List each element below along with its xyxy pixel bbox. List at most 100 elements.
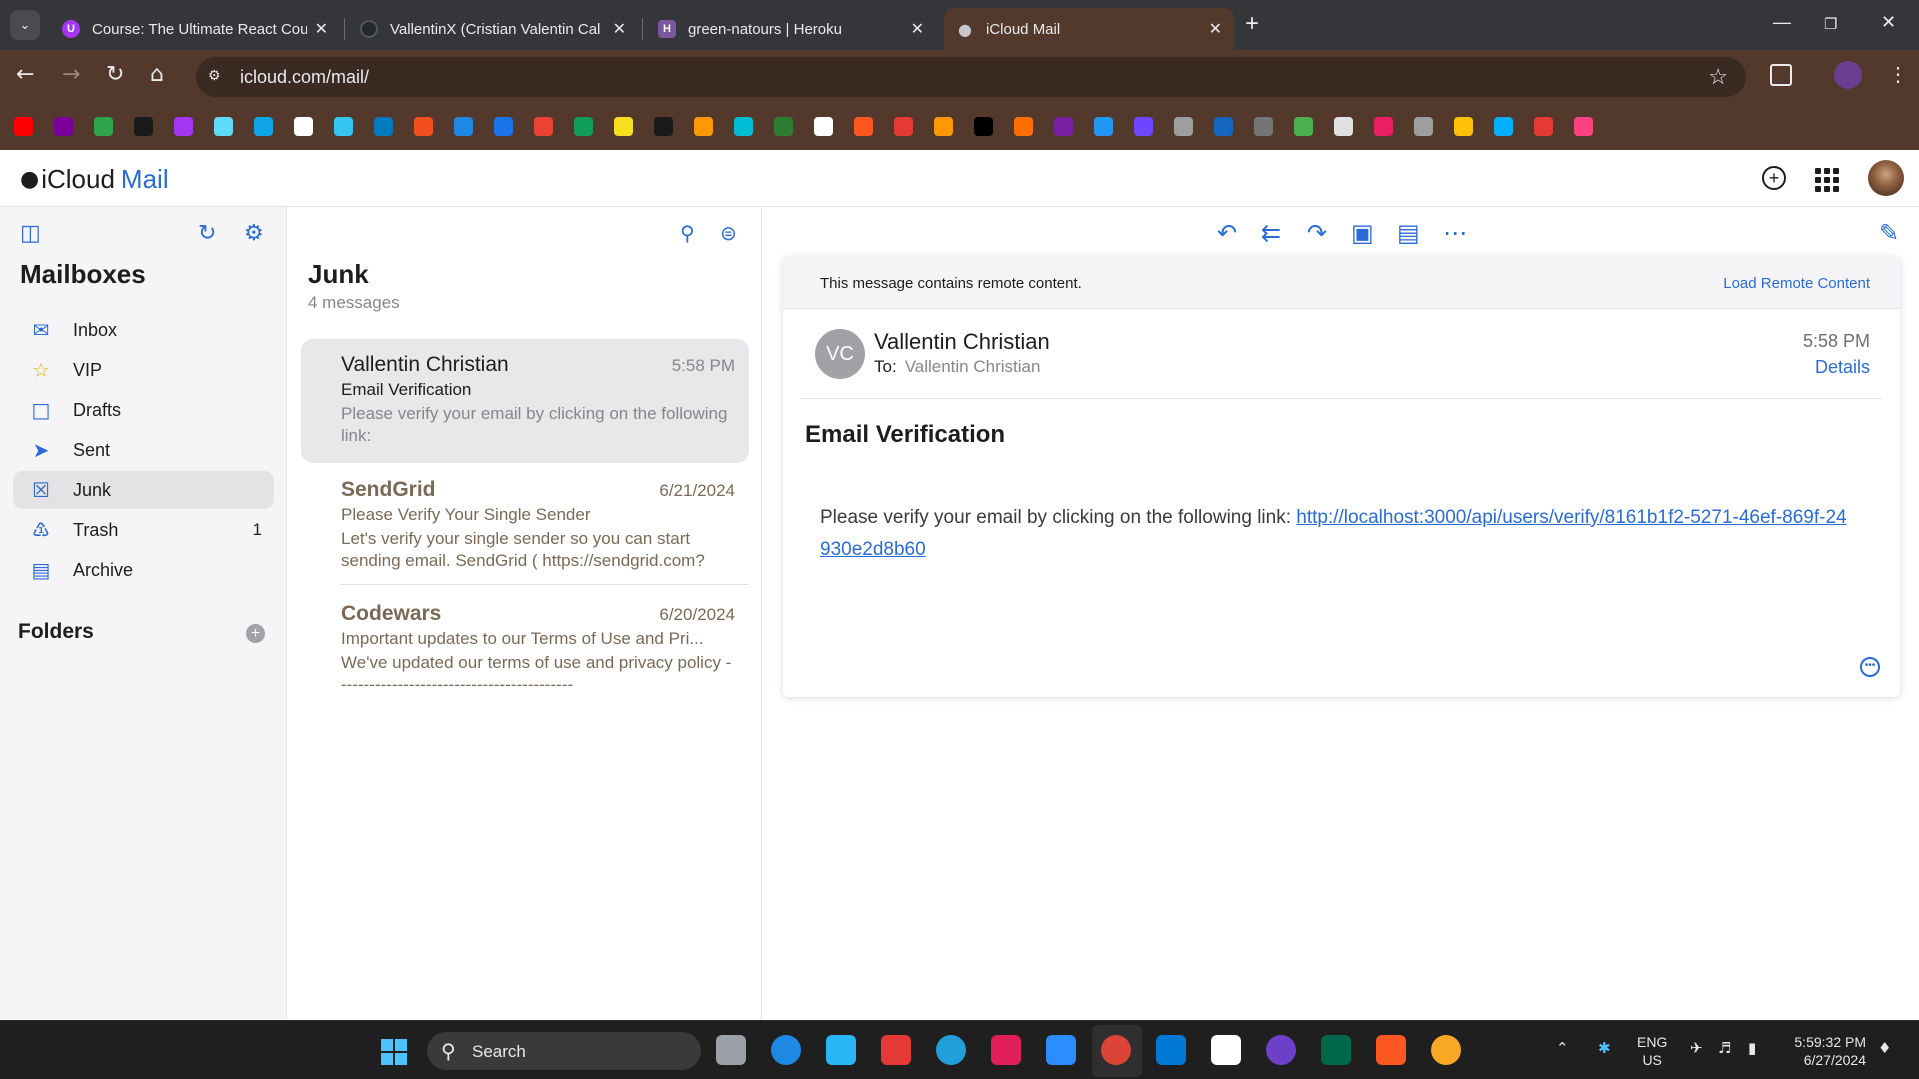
list-item[interactable]: Codewars 6/20/2024 Important updates to …	[301, 588, 749, 706]
taskbar-app-icon[interactable]	[1321, 1035, 1351, 1065]
bookmark-icon[interactable]	[1294, 117, 1313, 136]
bookmark-icon[interactable]	[574, 117, 593, 136]
details-link[interactable]: Details	[1815, 357, 1870, 378]
list-item[interactable]: SendGrid 6/21/2024 Please Verify Your Si…	[301, 464, 749, 582]
recipient-name[interactable]: Vallentin Christian	[905, 357, 1041, 376]
sidebar-item-sent[interactable]: ➤ Sent	[13, 431, 274, 469]
add-icon[interactable]: +	[1762, 166, 1786, 190]
show-hidden-icons-icon[interactable]: ⌃	[1556, 1039, 1569, 1057]
bookmark-icon[interactable]	[1414, 117, 1433, 136]
bookmark-icon[interactable]	[1334, 117, 1353, 136]
bookmark-icon[interactable]	[654, 117, 673, 136]
browser-tab[interactable]: U Course: The Ultimate React Cou ✕	[50, 8, 340, 50]
forward-icon[interactable]: →	[62, 64, 80, 86]
bookmark-icon[interactable]	[494, 117, 513, 136]
compose-icon[interactable]: ✎	[1879, 219, 1899, 247]
back-icon[interactable]: ←	[16, 64, 34, 86]
sidebar-item-drafts[interactable]: □ Drafts	[13, 391, 274, 429]
message-more-icon[interactable]: •••	[1860, 657, 1880, 677]
airplane-mode-icon[interactable]: ✈	[1690, 1039, 1703, 1057]
profile-avatar-icon[interactable]	[1834, 61, 1862, 89]
taskbar-app-icon[interactable]	[1046, 1035, 1076, 1065]
bluetooth-icon[interactable]: ✱	[1598, 1039, 1611, 1057]
bookmark-icon[interactable]	[974, 117, 993, 136]
sidebar-item-trash[interactable]: ♳ Trash 1	[13, 511, 274, 549]
bookmark-icon[interactable]	[934, 117, 953, 136]
bookmark-icon[interactable]	[214, 117, 233, 136]
bookmark-icon[interactable]	[1454, 117, 1473, 136]
bookmark-icon[interactable]	[534, 117, 553, 136]
taskbar-app-icon[interactable]	[771, 1035, 801, 1065]
icloud-mail-logo[interactable]: ● iCloud Mail	[20, 164, 169, 195]
delete-trash-icon[interactable]: ▤	[1397, 219, 1420, 247]
windows-start-icon[interactable]	[381, 1039, 407, 1065]
taskbar-app-icon[interactable]	[1266, 1035, 1296, 1065]
more-actions-icon[interactable]: ⋯	[1443, 219, 1467, 247]
sidebar-item-archive[interactable]: ▤ Archive	[13, 551, 274, 589]
tab-search-button[interactable]: ⌄	[10, 10, 40, 40]
bookmark-icon[interactable]	[1094, 117, 1113, 136]
taskbar-app-icon[interactable]	[991, 1035, 1021, 1065]
app-launcher-icon[interactable]	[1815, 168, 1839, 192]
forward-icon[interactable]: ↷	[1307, 219, 1327, 247]
bookmark-icon[interactable]	[254, 117, 273, 136]
taskbar-app-icon[interactable]	[826, 1035, 856, 1065]
bookmark-icon[interactable]	[814, 117, 833, 136]
sidebar-item-vip[interactable]: ☆ VIP	[13, 351, 274, 389]
bookmark-icon[interactable]	[614, 117, 633, 136]
bookmark-icon[interactable]	[1534, 117, 1553, 136]
sidebar-item-junk[interactable]: ☒ Junk	[13, 471, 274, 509]
tab-close-icon[interactable]: ✕	[1209, 19, 1222, 39]
bookmark-icon[interactable]	[94, 117, 113, 136]
bookmark-icon[interactable]	[454, 117, 473, 136]
bookmark-icon[interactable]	[1494, 117, 1513, 136]
sender-name[interactable]: Vallentin Christian	[874, 329, 1050, 355]
bookmark-icon[interactable]	[1214, 117, 1233, 136]
tab-close-icon[interactable]: ✕	[315, 19, 328, 39]
taskbar-app-icon[interactable]	[1156, 1035, 1186, 1065]
bookmark-icon[interactable]	[894, 117, 913, 136]
taskbar-app-icon[interactable]	[1376, 1035, 1406, 1065]
taskbar-search[interactable]: ⚲ Search	[427, 1032, 701, 1070]
browser-tab-active[interactable]: ● iCloud Mail ✕	[944, 8, 1234, 50]
close-window-icon[interactable]: ✕	[1881, 12, 1896, 33]
tab-close-icon[interactable]: ✕	[613, 19, 626, 39]
bookmark-icon[interactable]	[1014, 117, 1033, 136]
new-tab-button[interactable]: +	[1245, 12, 1259, 36]
notifications-bell-icon[interactable]: ♦	[1878, 1039, 1891, 1057]
bookmark-icon[interactable]	[1574, 117, 1593, 136]
taskbar-app-icon[interactable]	[881, 1035, 911, 1065]
taskbar-app-icon[interactable]	[1101, 1035, 1131, 1065]
bookmark-icon[interactable]	[1054, 117, 1073, 136]
bookmark-icon[interactable]	[334, 117, 353, 136]
add-folder-icon[interactable]: +	[246, 624, 265, 643]
taskbar-app-icon[interactable]	[1211, 1035, 1241, 1065]
site-info-icon[interactable]: ⚙	[208, 67, 228, 87]
bookmark-icon[interactable]	[294, 117, 313, 136]
refresh-icon[interactable]: ↻	[198, 221, 216, 246]
url-text[interactable]: icloud.com/mail/	[240, 67, 369, 88]
bookmark-icon[interactable]	[174, 117, 193, 136]
bookmark-icon[interactable]	[1174, 117, 1193, 136]
bookmark-icon[interactable]	[774, 117, 793, 136]
bookmark-icon[interactable]	[1134, 117, 1153, 136]
reload-icon[interactable]: ↻	[106, 64, 124, 86]
bookmark-star-icon[interactable]: ☆	[1708, 64, 1728, 90]
sidebar-item-inbox[interactable]: ✉ Inbox	[13, 311, 274, 349]
list-item[interactable]: Vallentin Christian 5:58 PM Email Verifi…	[301, 339, 749, 463]
bookmark-icon[interactable]	[734, 117, 753, 136]
extensions-icon[interactable]	[1770, 64, 1792, 86]
volume-icon[interactable]: ♬	[1718, 1039, 1731, 1057]
sidebar-toggle-icon[interactable]: ◫	[20, 221, 41, 246]
filter-icon[interactable]: ⊜	[720, 221, 737, 245]
browser-tab[interactable]: H green-natours | Heroku ✕	[646, 8, 936, 50]
reply-icon[interactable]: ↶	[1217, 219, 1237, 247]
bookmark-icon[interactable]	[1254, 117, 1273, 136]
search-icon[interactable]: ⚲	[680, 221, 695, 245]
tab-close-icon[interactable]: ✕	[911, 19, 924, 39]
minimize-icon[interactable]: —	[1773, 12, 1791, 33]
bookmark-icon[interactable]	[134, 117, 153, 136]
settings-gear-icon[interactable]: ⚙	[244, 221, 264, 246]
bookmark-icon[interactable]	[694, 117, 713, 136]
move-folder-icon[interactable]: ▣	[1351, 219, 1374, 247]
